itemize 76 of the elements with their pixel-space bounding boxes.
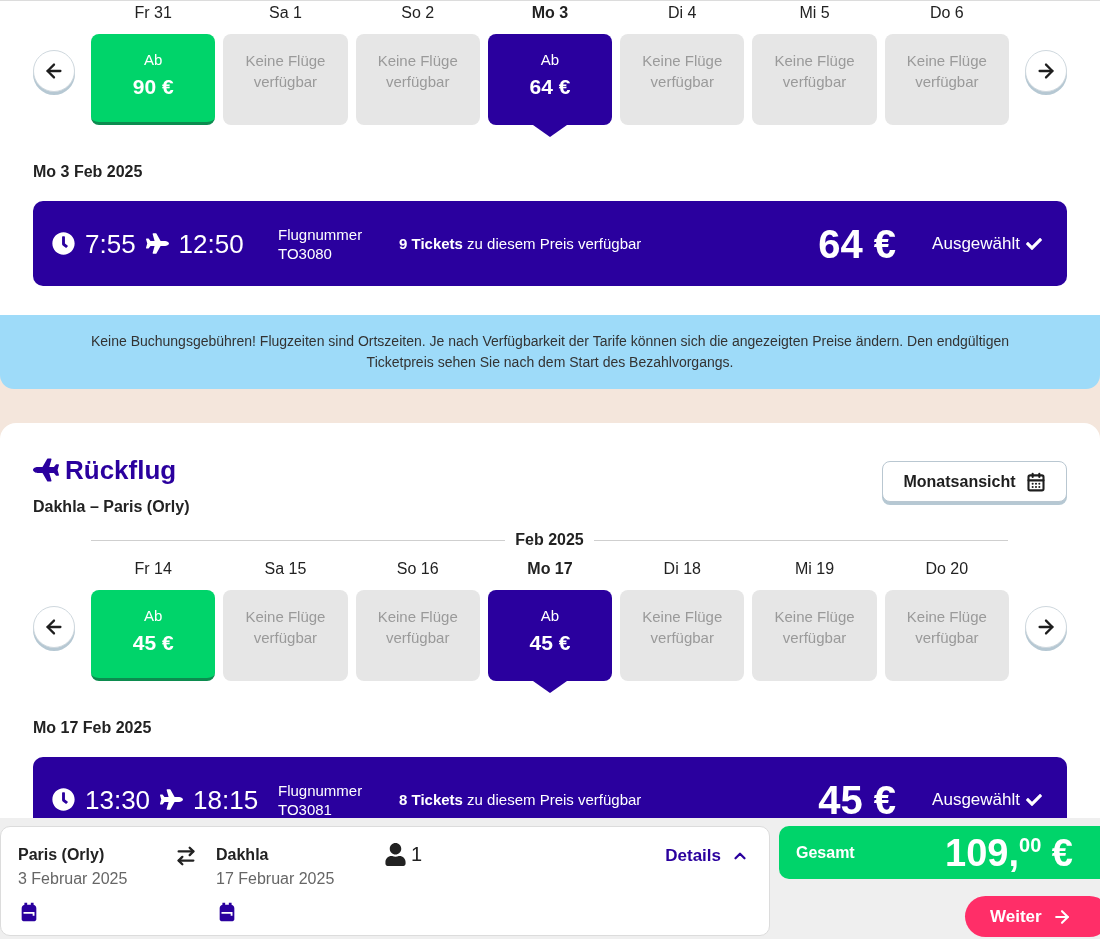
clock-icon [52,788,75,811]
swap-icon [175,845,197,867]
flight-card[interactable]: 13:30 18:15 Flugnummer TO3081 8 Tickets zu diesem Preis verfügbar 45 € Ausgewählt [33,757,1067,818]
info-banner: Keine Buchungsgebühren! Flugzeiten sind Ortszeiten. Je nach Verfügbarkeit der Tarife können sich die angezeigten Preise ändern. Den endgültigen Ticketpreis sehen Sie nach dem Start des Bezahlvorgangs. [0,315,1100,389]
flight-number: TO3080 [278,243,333,263]
day-label: Fr 31 [134,3,172,23]
airplane-icon [160,788,184,811]
check-icon [1026,791,1042,808]
date-tile[interactable]: Keine Flüge verfügbar [620,34,745,125]
day-label: Fr 14 [134,559,172,579]
clock-icon [52,232,75,255]
arrival-time: 18:15 [193,784,259,815]
person-icon [384,842,407,866]
selected-date-heading: Mo 3 Feb 2025 [33,162,144,182]
day-label: Mi 19 [795,559,835,579]
total-label: Gesamt [796,843,855,862]
flight-number: TO3081 [278,799,333,818]
airplane-icon [33,457,59,483]
passenger-count: 1 [411,842,423,866]
date-tile[interactable]: Keine Flüge verfügbar [752,590,877,681]
flight-number-label: Flugnummer [278,780,364,800]
previous-dates-button[interactable] [33,50,75,92]
section-title: Rückflug [65,455,177,485]
day-label: Sa 15 [264,559,307,579]
date-tile[interactable]: Ab 64 € [487,34,613,125]
day-label: Do 20 [925,559,969,579]
airplane-icon [145,232,169,255]
date-tile[interactable]: Ab 90 € [91,34,216,125]
tickets-info: 9 Tickets zu diesem Preis verfügbar [399,233,643,254]
date-tile[interactable]: Keine Flüge verfügbar [355,34,480,125]
status-label: Ausgewählt [932,232,1020,255]
day-label: Do 6 [929,3,964,23]
date-tile[interactable]: Keine Flüge verfügbar [884,34,1009,125]
date-tile[interactable]: Keine Flüge verfügbar [355,590,480,681]
city-label: Paris (Orly) [18,845,106,865]
selected-date-heading: Mo 17 Feb 2025 [33,718,153,738]
total-amount: 109,$^{00}$ € [945,830,1073,875]
day-label: Mo 17 [527,559,573,579]
next-dates-button[interactable] [1025,606,1067,648]
next-button[interactable]: Weiter [965,896,1100,937]
flight-card[interactable]: 7:55 12:50 Flugnummer TO3080 9 Tickets zu diesem Preis verfügbar 64 € Ausgewählt [33,201,1067,286]
tickets-info: 8 Tickets zu diesem Preis verfügbar [399,789,643,810]
day-label: Di 18 [663,559,701,579]
date-tile[interactable]: Keine Flüge verfügbar [620,590,745,681]
date-tile[interactable]: Ab 45 € [487,590,613,681]
pointer-triangle-icon [533,681,567,693]
fare-price: 64 € [818,221,897,266]
day-label: So 2 [401,3,435,23]
day-label: So 16 [396,559,439,579]
date-tile[interactable]: Ab 45 € [91,590,216,681]
date-tile[interactable]: Keine Flüge verfügbar [223,34,348,125]
date-label: 17 Februar 2025 [216,869,336,889]
pointer-triangle-icon [533,125,567,137]
day-label: Mi 5 [799,3,830,23]
details-button[interactable]: Details [665,845,749,867]
calendar-icon [1025,471,1046,492]
date-label: 3 Februar 2025 [18,869,129,889]
date-tile[interactable]: Keine Flüge verfügbar [752,34,877,125]
month-label: Feb 2025 [515,530,584,550]
departure-time: 13:30 [85,784,151,815]
flight-number-label: Flugnummer [278,224,364,244]
route-label: Dakhla – Paris (Orly) [33,497,190,517]
departure-time: 7:55 [85,228,136,259]
month-view-button[interactable]: Monatsansicht [882,461,1067,502]
day-label: Sa 1 [268,3,302,23]
previous-dates-button[interactable] [33,606,75,648]
check-icon [1026,235,1042,252]
day-label: Mo 3 [531,3,569,23]
date-tile[interactable]: Keine Flüge verfügbar [884,590,1009,681]
fare-price: 45 € [818,777,897,818]
day-label: Di 4 [668,3,697,23]
next-dates-button[interactable] [1025,50,1067,92]
status-label: Ausgewählt [932,788,1020,811]
date-tile[interactable]: Keine Flüge verfügbar [223,590,348,681]
arrival-time: 12:50 [178,228,244,259]
city-label: Dakhla [216,845,270,865]
